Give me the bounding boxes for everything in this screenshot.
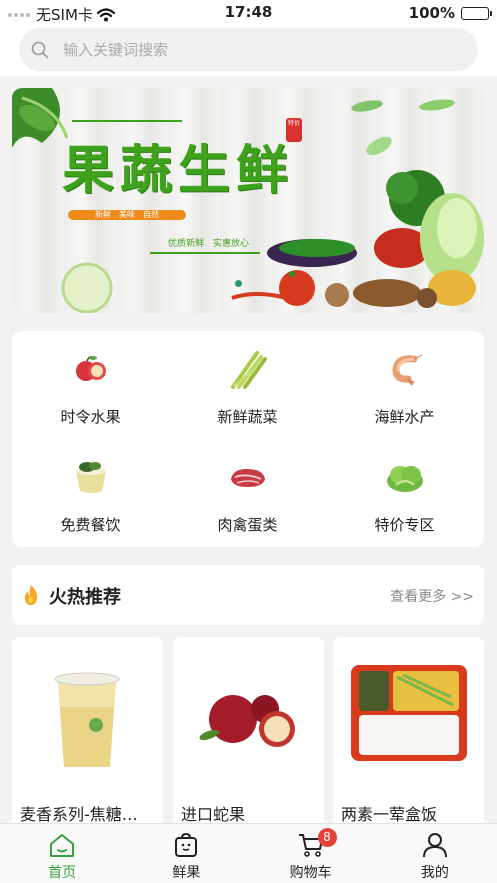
banner-tagline: 新鲜 美味 自然 [68, 210, 186, 220]
search-header [0, 26, 497, 76]
category-label: 时令水果 [60, 408, 121, 426]
tab-label: 购物车 [289, 865, 332, 881]
category-label: 海鲜水产 [374, 408, 435, 426]
category-label: 免费餐饮 [60, 516, 121, 534]
tab-label: 鲜果 [172, 865, 201, 881]
category-grid: 时令水果 新鲜蔬菜 海鲜水产 免费餐饮 肉禽蛋类 特价专区 [12, 331, 484, 547]
tab-home[interactable]: 首页 [0, 824, 124, 883]
product-name: 进口蛇果 [181, 805, 246, 824]
asparagus-icon [231, 351, 267, 389]
battery-percent: 100% [408, 4, 455, 22]
product-card[interactable]: 两素一荤盒饭 [333, 637, 484, 837]
shrimp-icon [392, 354, 423, 386]
search-input[interactable] [63, 40, 443, 59]
category-meat-eggs[interactable]: 肉禽蛋类 [169, 439, 326, 547]
bag-icon [175, 832, 198, 857]
category-fruit[interactable]: 时令水果 [12, 331, 169, 439]
product-name: 麦香系列-焦糖… [20, 805, 138, 824]
search-icon [31, 41, 49, 58]
banner-seal: 特价 [286, 118, 302, 142]
lunch-box-image [351, 665, 467, 761]
category-label: 肉禽蛋类 [217, 516, 278, 534]
tab-label: 首页 [48, 865, 77, 881]
hot-recommend-header: 火热推荐 查看更多 >> [12, 565, 484, 625]
search-bar[interactable] [19, 28, 478, 71]
milk-tea-image [54, 672, 120, 767]
category-label: 特价专区 [374, 516, 435, 534]
view-more-link[interactable]: 查看更多 >> [390, 586, 474, 606]
lettuce-icon [387, 466, 423, 492]
cart-badge: 8 [317, 828, 337, 847]
tab-cart[interactable]: 8 购物车 [249, 824, 373, 883]
status-bar: 无SIM卡 17:48 100% [0, 0, 497, 26]
category-vegetables[interactable]: 新鲜蔬菜 [169, 331, 326, 439]
meal-bowl-icon [76, 462, 106, 493]
banner-page-indicator[interactable] [235, 280, 242, 287]
red-apples-image [199, 695, 295, 747]
tab-fruits[interactable]: 鲜果 [124, 824, 248, 883]
user-icon [422, 833, 447, 858]
banner-title: 果蔬生鲜 [62, 140, 295, 201]
product-card[interactable]: 麦香系列-焦糖… [12, 637, 163, 837]
section-title: 火热推荐 [49, 587, 121, 608]
tab-profile[interactable]: 我的 [373, 824, 497, 883]
banner-divider [72, 120, 182, 122]
banner-divider [150, 252, 260, 254]
home-icon [50, 834, 75, 857]
battery-area: 100% [408, 4, 492, 22]
battery-icon [461, 6, 492, 20]
apple-icon [76, 356, 106, 381]
category-special-offers[interactable]: 特价专区 [326, 439, 483, 547]
meat-icon [231, 469, 265, 487]
promo-banner[interactable]: 果蔬生鲜 特价 新鲜 美味 自然 优质新鲜 实惠放心 [12, 88, 484, 313]
product-name: 两素一荤盒饭 [341, 805, 438, 824]
product-card[interactable]: 进口蛇果 [173, 637, 324, 837]
category-label: 新鲜蔬菜 [217, 408, 278, 426]
category-seafood[interactable]: 海鲜水产 [326, 331, 483, 439]
bottom-tab-bar: 首页 鲜果 8 购物车 我的 [0, 823, 497, 883]
banner-subtitle: 优质新鲜 实惠放心 [168, 239, 250, 249]
tab-label: 我的 [420, 865, 449, 881]
fire-icon [25, 585, 38, 605]
category-free-meal[interactable]: 免费餐饮 [12, 439, 169, 547]
